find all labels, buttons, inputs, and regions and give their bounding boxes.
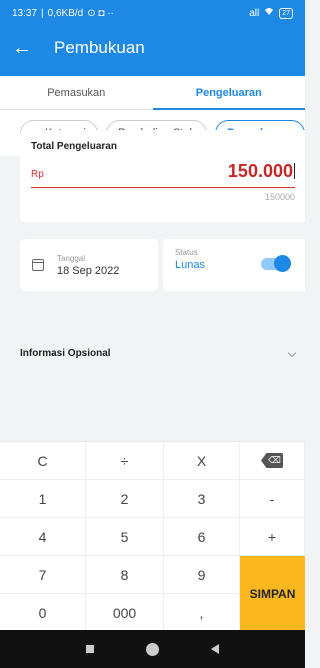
status-toggle[interactable] <box>261 255 291 272</box>
home-icon[interactable] <box>146 642 159 656</box>
key-multiply[interactable]: X <box>164 442 240 480</box>
status-bar: 13:37 | 0,6KB/d ⊙ ◘ ·· all 27 <box>0 0 305 26</box>
key-000[interactable]: 000 <box>86 594 164 632</box>
keypad: C ÷ X ⌫ 1 2 3-4 5 6 +7 8 9 0 000, SIMPAN <box>0 441 305 632</box>
total-card: Total Pengeluaran Rp 150.000 150000 <box>20 130 305 222</box>
wifi-icon <box>264 7 274 19</box>
app-bar: 13:37 | 0,6KB/d ⊙ ◘ ·· all 27 ← Pembukua… <box>0 0 305 76</box>
key-clear[interactable]: C <box>0 442 86 480</box>
status-time: 13:37 <box>12 7 38 19</box>
back-arrow-icon[interactable]: ← <box>12 37 38 60</box>
optional-info-header[interactable]: Informasi Opsional <box>0 336 305 370</box>
key-2[interactable]: 2 <box>86 480 164 518</box>
page-title: Pembukuan <box>54 38 145 57</box>
save-button[interactable]: SIMPAN <box>240 556 305 631</box>
date-value: 18 Sep 2022 <box>57 264 120 277</box>
key-divide[interactable]: ÷ <box>86 442 164 480</box>
system-nav-bar <box>0 630 305 668</box>
amount-value[interactable]: 150.000 <box>228 161 295 182</box>
toolbar: ← Pembukuan <box>0 26 305 70</box>
total-label: Total Pengeluaran <box>31 141 117 152</box>
tab-pemasukan[interactable]: Pemasukan <box>0 76 153 109</box>
key-7[interactable]: 7 <box>0 556 86 594</box>
notification-icons: ⊙ ◘ ·· <box>87 7 114 19</box>
key-4[interactable]: 4 <box>0 518 86 556</box>
key-comma[interactable]: , <box>164 594 240 632</box>
key-1[interactable]: 1 <box>0 480 86 518</box>
text-caret <box>294 163 295 179</box>
key-8[interactable]: 8 <box>86 556 164 594</box>
key-minus[interactable]: - <box>240 480 305 518</box>
amount-hint: 150000 <box>264 192 295 202</box>
status-speed: 0,6KB/d <box>47 7 84 19</box>
back-icon[interactable] <box>211 644 219 654</box>
signal-icon: all <box>249 7 260 19</box>
status-field: Status Lunas <box>163 239 305 291</box>
tab-pengeluaran[interactable]: Pengeluaran <box>152 76 306 110</box>
key-backspace[interactable]: ⌫ <box>240 442 305 480</box>
amount-field[interactable]: Rp 150.000 <box>31 161 295 188</box>
date-field[interactable]: Tanggal 18 Sep 2022 <box>20 239 158 291</box>
key-0[interactable]: 0 <box>0 594 86 632</box>
key-plus[interactable]: + <box>240 518 305 556</box>
date-label: Tanggal <box>57 253 86 263</box>
optional-info-label: Informasi Opsional <box>20 347 111 359</box>
currency-label: Rp <box>31 169 44 180</box>
battery-icon: 27 <box>279 7 293 19</box>
recent-apps-icon[interactable] <box>86 645 94 653</box>
key-6[interactable]: 6 <box>164 518 240 556</box>
backspace-icon: ⌫ <box>261 453 283 468</box>
amount-text: 150.000 <box>227 161 293 181</box>
calendar-icon <box>32 259 44 271</box>
key-9[interactable]: 9 <box>164 556 240 594</box>
toggle-knob <box>274 255 291 272</box>
transaction-tabs: Pemasukan Pengeluaran <box>0 76 305 110</box>
key-3[interactable]: 3 <box>164 480 240 518</box>
key-5[interactable]: 5 <box>86 518 164 556</box>
chevron-down-icon <box>287 348 297 358</box>
